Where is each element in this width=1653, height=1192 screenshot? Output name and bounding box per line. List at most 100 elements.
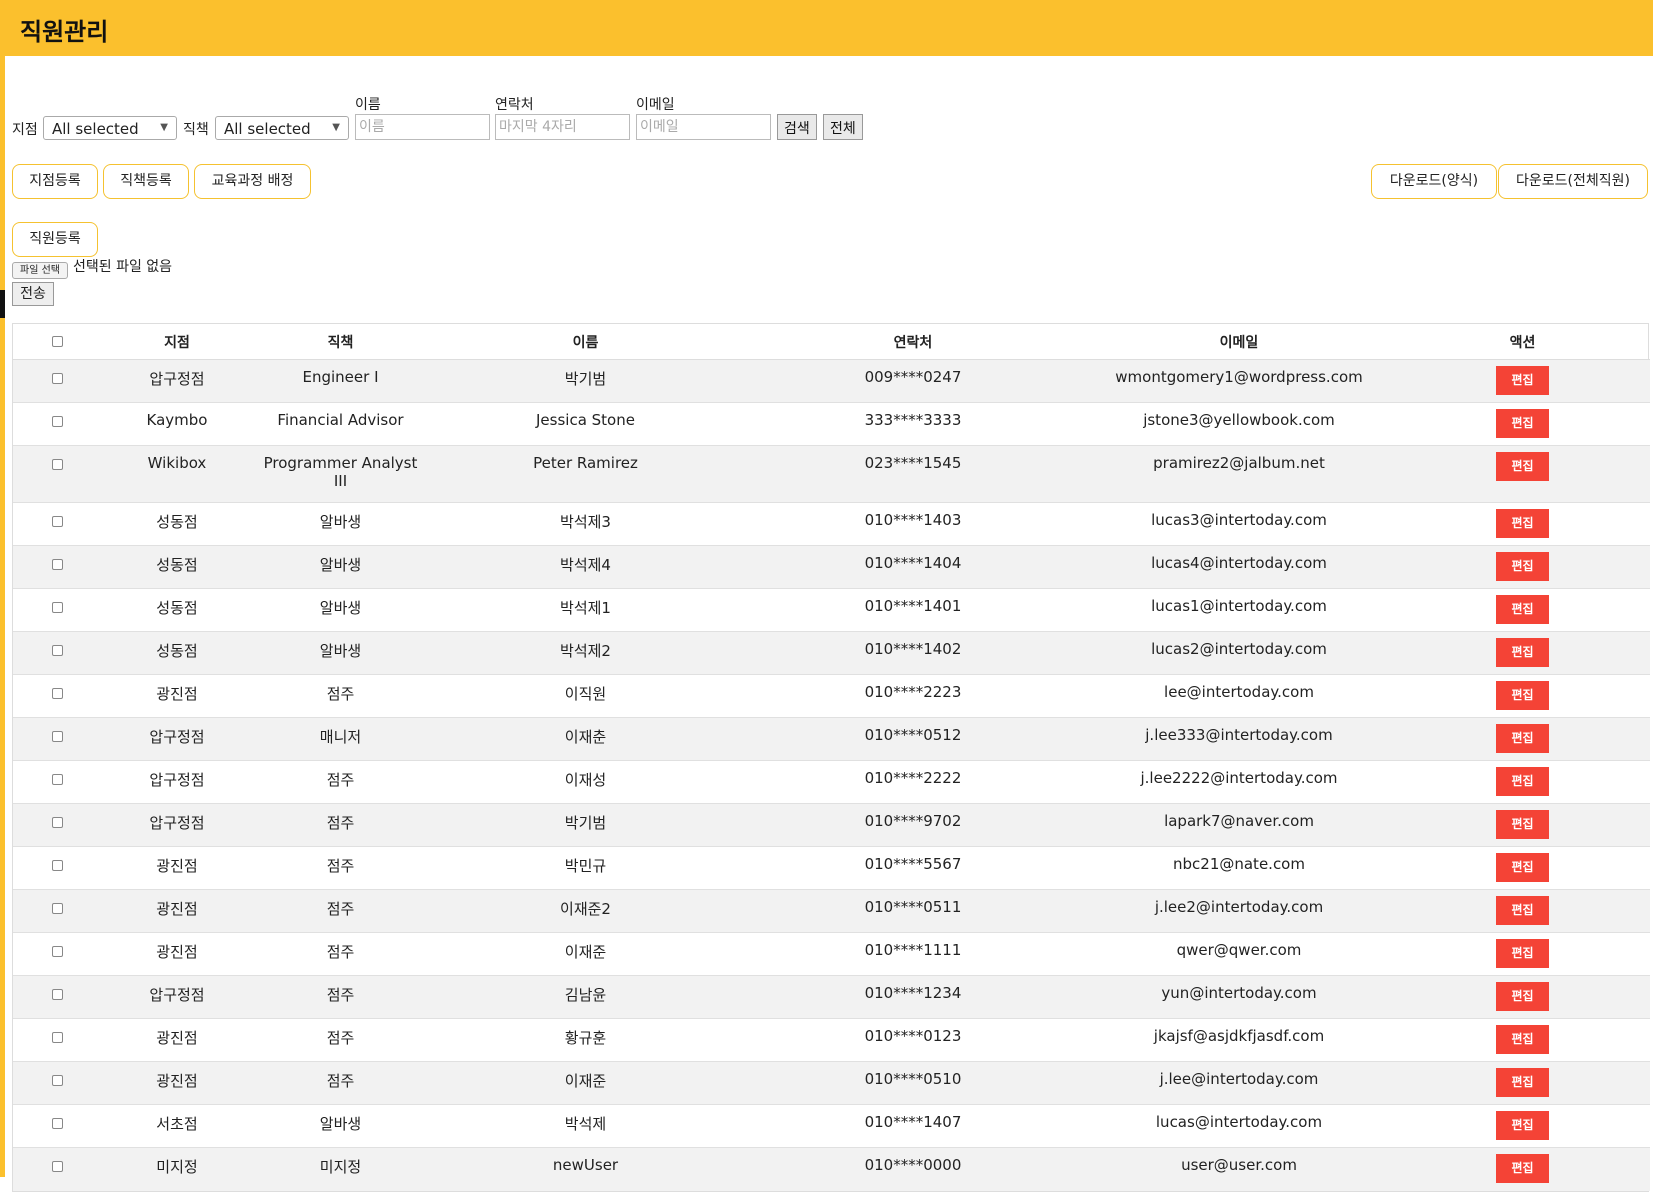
cell-email: wmontgomery1@wordpress.com xyxy=(1083,359,1395,403)
header-position: 직책 xyxy=(253,324,428,360)
branch-select[interactable]: All selected ▼ xyxy=(43,116,177,140)
download-all-button[interactable]: 다운로드(전체직원) xyxy=(1498,164,1648,199)
cell-position: 알바생 xyxy=(253,588,428,632)
file-status-text: 선택된 파일 없음 xyxy=(73,259,173,275)
cell-email: lapark7@naver.com xyxy=(1083,803,1395,847)
cell-phone: 010****5567 xyxy=(743,846,1083,890)
register-branch-button[interactable]: 지점등록 xyxy=(12,164,98,199)
cell-name: 박석제2 xyxy=(428,631,743,675)
edit-button[interactable]: 편집 xyxy=(1496,939,1549,968)
row-checkbox[interactable] xyxy=(51,989,63,1000)
edit-button[interactable]: 편집 xyxy=(1496,366,1549,395)
row-checkbox[interactable] xyxy=(51,516,63,527)
header-phone: 연락처 xyxy=(743,324,1083,360)
cell-position: 알바생 xyxy=(253,502,428,546)
edit-button[interactable]: 편집 xyxy=(1496,552,1549,581)
download-form-button[interactable]: 다운로드(양식) xyxy=(1371,164,1497,199)
assign-course-button[interactable]: 교육과정 배정 xyxy=(194,164,311,199)
row-checkbox[interactable] xyxy=(51,731,63,742)
table-header-row: 지점 직책 이름 연락처 이메일 액션 xyxy=(13,324,1650,360)
edit-button[interactable]: 편집 xyxy=(1496,810,1549,839)
edit-button[interactable]: 편집 xyxy=(1496,1025,1549,1054)
edit-button[interactable]: 편집 xyxy=(1496,853,1549,882)
edit-button[interactable]: 편집 xyxy=(1496,724,1549,753)
cell-phone: 023****1545 xyxy=(743,445,1083,503)
row-checkbox[interactable] xyxy=(51,559,63,570)
cell-phone: 010****0000 xyxy=(743,1147,1083,1191)
branch-filter-label: 지점 xyxy=(12,122,38,138)
row-checkbox[interactable] xyxy=(51,903,63,914)
row-checkbox[interactable] xyxy=(51,416,63,427)
row-checkbox[interactable] xyxy=(51,1032,63,1043)
search-button[interactable]: 검색 xyxy=(777,114,817,140)
cell-position: 점주 xyxy=(253,889,428,933)
register-employee-button[interactable]: 직원등록 xyxy=(12,222,98,257)
email-input[interactable] xyxy=(636,114,771,140)
cell-email: user@user.com xyxy=(1083,1147,1395,1191)
email-filter-label: 이메일 xyxy=(636,97,675,113)
edit-button[interactable]: 편집 xyxy=(1496,896,1549,925)
position-select[interactable]: All selected ▼ xyxy=(215,116,349,140)
row-checkbox[interactable] xyxy=(51,1075,63,1086)
cell-email: jstone3@yellowbook.com xyxy=(1083,402,1395,446)
edit-button[interactable]: 편집 xyxy=(1496,767,1549,796)
row-checkbox[interactable] xyxy=(51,946,63,957)
cell-name: Peter Ramirez xyxy=(428,445,743,503)
left-marker xyxy=(0,290,5,318)
edit-button[interactable]: 편집 xyxy=(1496,1111,1549,1140)
cell-branch: 광진점 xyxy=(101,1061,253,1105)
row-checkbox[interactable] xyxy=(51,602,63,613)
row-checkbox[interactable] xyxy=(51,817,63,828)
row-checkbox[interactable] xyxy=(51,860,63,871)
cell-branch: Wikibox xyxy=(101,445,253,503)
cell-name: 이재준2 xyxy=(428,889,743,933)
edit-button[interactable]: 편집 xyxy=(1496,1154,1549,1183)
row-checkbox[interactable] xyxy=(51,688,63,699)
register-position-button[interactable]: 직책등록 xyxy=(103,164,189,199)
select-all-checkbox[interactable] xyxy=(51,336,63,347)
edit-button[interactable]: 편집 xyxy=(1496,452,1549,481)
send-button[interactable]: 전송 xyxy=(12,282,54,306)
edit-button[interactable]: 편집 xyxy=(1496,595,1549,624)
cell-position: 점주 xyxy=(253,1018,428,1062)
name-input[interactable] xyxy=(355,114,490,140)
name-filter-label: 이름 xyxy=(355,97,381,113)
cell-phone: 010****1403 xyxy=(743,502,1083,546)
cell-phone: 010****0123 xyxy=(743,1018,1083,1062)
phone-input[interactable] xyxy=(495,114,630,140)
edit-button[interactable]: 편집 xyxy=(1496,509,1549,538)
row-checkbox[interactable] xyxy=(51,373,63,384)
cell-phone: 010****0512 xyxy=(743,717,1083,761)
cell-name: 박민규 xyxy=(428,846,743,890)
edit-button[interactable]: 편집 xyxy=(1496,409,1549,438)
edit-button[interactable]: 편집 xyxy=(1496,681,1549,710)
choose-file-button[interactable]: 파일 선택 xyxy=(12,262,68,279)
cell-name: 이재준 xyxy=(428,1061,743,1105)
row-checkbox[interactable] xyxy=(51,774,63,785)
table-row: 광진점 점주 박민규 010****5567 nbc21@nate.com 편집 xyxy=(13,846,1650,890)
phone-filter-label: 연락처 xyxy=(495,97,534,113)
edit-button[interactable]: 편집 xyxy=(1496,982,1549,1011)
cell-branch: 미지정 xyxy=(101,1147,253,1191)
cell-branch: 압구정점 xyxy=(101,803,253,847)
cell-position: 점주 xyxy=(253,1061,428,1105)
row-checkbox[interactable] xyxy=(51,1118,63,1129)
row-checkbox[interactable] xyxy=(51,645,63,656)
cell-position: Programmer Analyst III xyxy=(253,445,428,503)
cell-email: jkajsf@asjdkfjasdf.com xyxy=(1083,1018,1395,1062)
table-row: 성동점 알바생 박석제1 010****1401 lucas1@intertoday.c… xyxy=(13,588,1650,632)
row-checkbox[interactable] xyxy=(51,459,63,470)
show-all-button[interactable]: 전체 xyxy=(823,114,863,140)
table-row: 압구정점 점주 김남윤 010****1234 yun@intertoday.com 편집 xyxy=(13,975,1650,1019)
cell-position: 점주 xyxy=(253,803,428,847)
cell-phone: 010****9702 xyxy=(743,803,1083,847)
cell-email: lucas@intertoday.com xyxy=(1083,1104,1395,1148)
cell-phone: 010****0510 xyxy=(743,1061,1083,1105)
cell-phone: 010****1234 xyxy=(743,975,1083,1019)
table-row: 광진점 점주 황규훈 010****0123 jkajsf@asjdkfjasdf.co… xyxy=(13,1018,1650,1062)
header-action: 액션 xyxy=(1395,324,1650,360)
edit-button[interactable]: 편집 xyxy=(1496,1068,1549,1097)
edit-button[interactable]: 편집 xyxy=(1496,638,1549,667)
row-checkbox[interactable] xyxy=(51,1161,63,1172)
cell-email: j.lee2222@intertoday.com xyxy=(1083,760,1395,804)
